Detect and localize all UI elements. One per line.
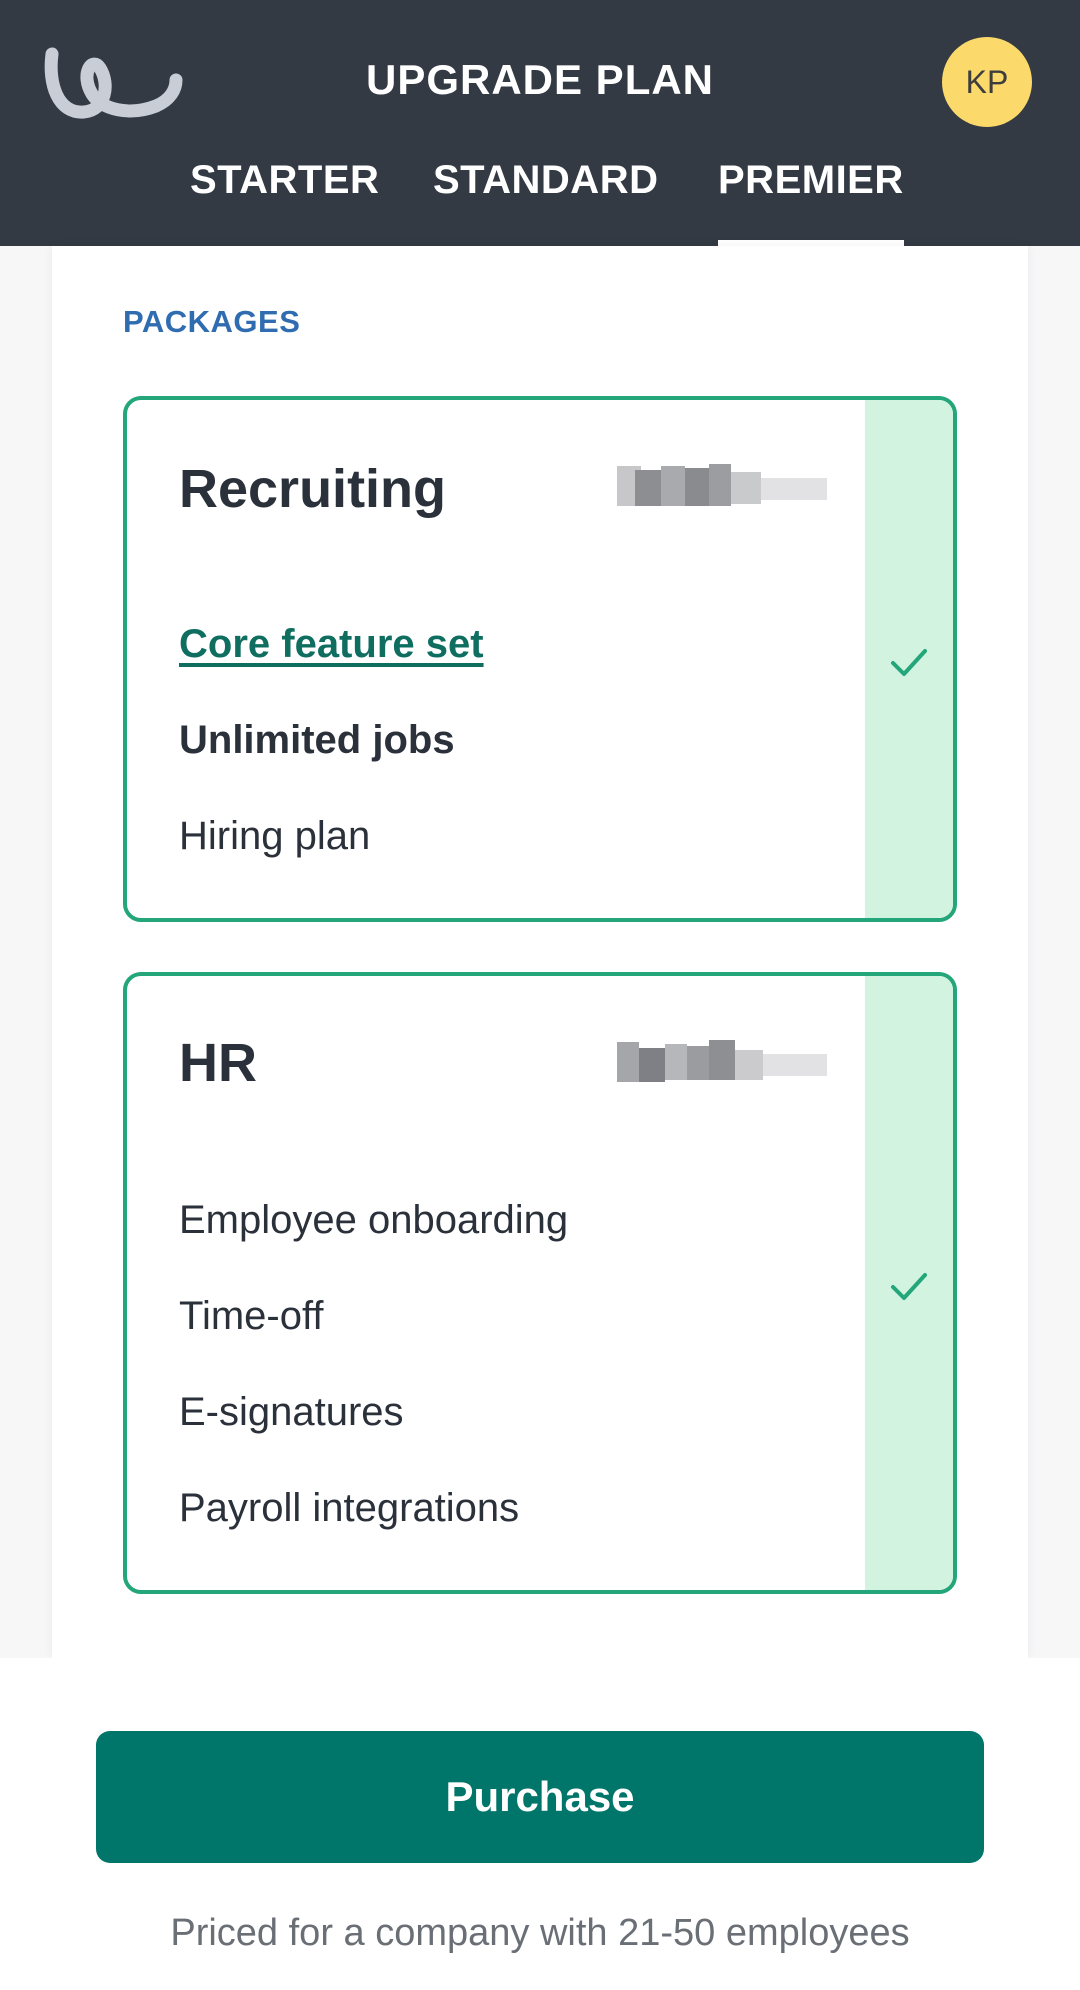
section-label: PACKAGES xyxy=(123,304,301,339)
purchase-button[interactable]: Purchase xyxy=(96,1731,984,1863)
feature-item: Employee onboarding xyxy=(179,1198,569,1242)
feature-item: Unlimited jobs xyxy=(179,718,455,762)
checkmark-icon xyxy=(891,1273,927,1300)
package-name: Recruiting xyxy=(179,459,447,519)
blurred-price xyxy=(617,1040,827,1082)
page-title: UPGRADE PLAN xyxy=(365,56,715,103)
feature-item: E-signatures xyxy=(179,1390,404,1434)
top-app-bar: UPGRADE PLAN KP STARTER STANDARD PREMIER xyxy=(0,0,1080,246)
feature-item: Time-off xyxy=(179,1294,324,1338)
packages-panel: PACKAGES Recruiting Core feature set Unl… xyxy=(52,246,1028,1658)
package-name: HR xyxy=(179,1033,257,1093)
tab-starter[interactable]: STARTER xyxy=(190,158,379,203)
tab-standard[interactable]: STANDARD xyxy=(433,158,658,203)
package-card-hr[interactable]: HR Employee onboarding Time-off E-signat… xyxy=(123,972,957,1594)
purchase-footer: Purchase Priced for a company with 21-50… xyxy=(0,1658,1080,1990)
tab-premier[interactable]: PREMIER xyxy=(718,158,904,246)
feature-link-core[interactable]: Core feature set xyxy=(179,622,484,667)
blurred-price xyxy=(617,464,827,506)
avatar[interactable]: KP xyxy=(942,37,1032,127)
plan-tabs: STARTER STANDARD PREMIER xyxy=(0,150,1080,246)
checkmark-icon xyxy=(891,649,927,676)
feature-item: Payroll integrations xyxy=(179,1486,520,1530)
feature-item: Hiring plan xyxy=(179,814,371,858)
package-card-recruiting[interactable]: Recruiting Core feature set Unlimited jo… xyxy=(123,396,957,922)
pricing-note: Priced for a company with 21-50 employee… xyxy=(170,1912,910,1954)
